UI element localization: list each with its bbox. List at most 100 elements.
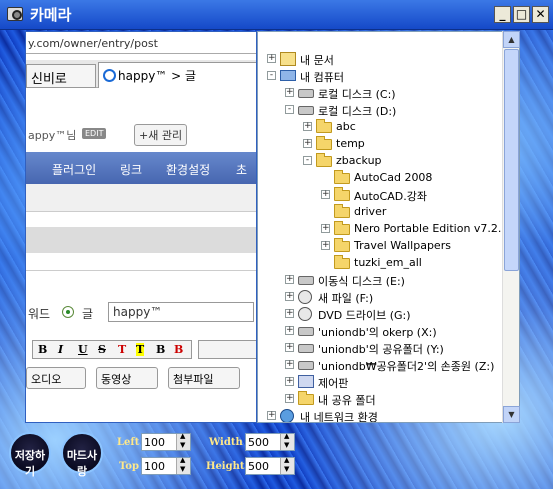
left-spinner[interactable]: 100: [141, 432, 191, 451]
title-input[interactable]: happy™: [108, 302, 254, 322]
left-value: 100: [144, 436, 165, 449]
shared-folder-icon: [298, 391, 314, 405]
maximize-button[interactable]: □: [513, 6, 530, 23]
scroll-thumb[interactable]: [504, 49, 519, 271]
computer-icon: [280, 70, 296, 81]
tree-item-label: 내 문서: [300, 54, 334, 67]
collapse-icon[interactable]: -: [303, 156, 312, 165]
attach-toolbar: 오디오 동영상 첨부파일: [26, 367, 256, 389]
edit-badge[interactable]: EDIT: [82, 128, 107, 139]
title-row: 워드 글 happy™: [26, 302, 256, 324]
tree-item-label: abc: [336, 120, 356, 133]
expand-icon[interactable]: +: [285, 292, 294, 301]
width-value: 500: [248, 436, 269, 449]
close-button[interactable]: ✕: [532, 6, 549, 23]
height-spinner[interactable]: 500: [245, 456, 295, 475]
expand-icon[interactable]: +: [267, 54, 276, 63]
expand-icon[interactable]: +: [285, 394, 294, 403]
tree-item-label: temp: [336, 137, 365, 150]
collapse-icon[interactable]: -: [285, 105, 294, 114]
network-icon: [280, 409, 294, 422]
camera-window: 카메라 _ □ ✕ y.com/owner/entry/post 신비로 hap…: [0, 0, 553, 489]
browser-tabs: 신비로 happy™ > 글: [26, 60, 256, 88]
align-button-group[interactable]: [198, 340, 256, 359]
spinner-arrows-icon[interactable]: [176, 456, 190, 474]
expand-icon[interactable]: +: [285, 88, 294, 97]
menu-link[interactable]: 링크: [120, 161, 142, 178]
tree-item-label: DVD 드라이브 (G:): [318, 309, 411, 322]
top-spinner[interactable]: 100: [141, 456, 191, 475]
expand-icon[interactable]: +: [285, 377, 294, 386]
bold-button[interactable]: B: [38, 343, 47, 356]
folder-icon: [334, 204, 350, 218]
height-label: Height: [206, 461, 245, 472]
camera-icon: [7, 7, 23, 21]
folder-tree[interactable]: + 내 문서 - 내 컴퓨터 + 로컬 디스크 (C:) - 로컬 디스크 (D:) + abc +…: [257, 31, 520, 423]
mark-button[interactable]: 마드사랑: [61, 432, 103, 478]
tree-item-label: 내 공유 폴더: [318, 394, 376, 407]
tree-item-label: 내 컴퓨터: [300, 71, 344, 84]
spinner-arrows-icon[interactable]: [176, 432, 190, 450]
expand-icon[interactable]: +: [285, 309, 294, 318]
tree-item-label: 내 네트워크 환경: [300, 411, 378, 423]
italic-button[interactable]: I: [58, 343, 63, 356]
width-spinner[interactable]: 500: [245, 432, 295, 451]
title-bar[interactable]: 카메라 _ □ ✕: [0, 0, 553, 30]
expand-icon[interactable]: +: [303, 122, 312, 131]
top-value: 100: [144, 460, 165, 473]
tree-item-label: 이동식 디스크 (E:): [318, 275, 405, 288]
clear-format-button[interactable]: B: [174, 343, 183, 356]
tree-item-label: 로컬 디스크 (D:): [318, 105, 397, 118]
folder-icon: [316, 153, 332, 167]
underline-button[interactable]: U: [78, 343, 88, 356]
browser-capture: y.com/owner/entry/post 신비로 happy™ > 글 ap…: [25, 31, 257, 423]
menu-plugin[interactable]: 플러그인: [52, 161, 96, 178]
expand-icon[interactable]: +: [303, 139, 312, 148]
left-label: Left: [117, 437, 140, 448]
folder-icon: [334, 221, 350, 235]
attach-file-button[interactable]: 첨부파일: [168, 367, 240, 389]
drive-icon: [298, 89, 314, 98]
expand-icon[interactable]: +: [267, 411, 276, 420]
tab-sinbiro[interactable]: 신비로: [26, 64, 96, 88]
audio-button[interactable]: 오디오: [26, 367, 86, 389]
manage-button[interactable]: +새 관리: [134, 124, 188, 146]
tree-item-label: 새 파일 (F:): [318, 292, 374, 305]
tree-item-label: 로컬 디스크 (C:): [318, 88, 396, 101]
post-radio-label: 글: [82, 307, 94, 321]
format-button-group: B I U S T T B B: [32, 340, 192, 359]
folder-icon: [334, 187, 350, 201]
expand-icon[interactable]: +: [321, 224, 330, 233]
toolbar-strip-2: [26, 227, 256, 253]
disc-icon: [298, 307, 312, 321]
expand-icon[interactable]: +: [285, 360, 294, 369]
expand-icon[interactable]: +: [285, 275, 294, 284]
tree-item-label: AutoCAD.강좌: [354, 190, 427, 203]
minimize-button[interactable]: _: [494, 6, 511, 23]
tree-item-label: 'uniondb'의 공유폴더 (Y:): [318, 343, 444, 356]
tree-scrollbar[interactable]: ▲ ▼: [502, 31, 520, 423]
address-bar[interactable]: y.com/owner/entry/post: [26, 32, 256, 54]
highlight-button[interactable]: T: [136, 343, 145, 356]
bold-alt-button[interactable]: B: [156, 343, 165, 356]
scroll-up-arrow-icon[interactable]: ▲: [503, 31, 520, 48]
save-button[interactable]: 저장하기: [9, 432, 51, 478]
spinner-arrows-icon[interactable]: [280, 456, 294, 474]
tab-happy[interactable]: happy™ > 글: [98, 62, 256, 88]
document-folder-icon: [280, 52, 296, 66]
video-button[interactable]: 동영상: [96, 367, 158, 389]
width-label: Width: [209, 437, 243, 448]
spinner-arrows-icon[interactable]: [280, 432, 294, 450]
expand-icon[interactable]: +: [321, 190, 330, 199]
expand-icon[interactable]: +: [285, 326, 294, 335]
menu-settings[interactable]: 환경설정: [166, 161, 210, 178]
text-color-button[interactable]: T: [118, 343, 126, 356]
strike-button[interactable]: S: [98, 343, 106, 356]
menu-more[interactable]: 초: [236, 161, 247, 178]
collapse-icon[interactable]: -: [267, 71, 276, 80]
expand-icon[interactable]: +: [321, 241, 330, 250]
scroll-down-arrow-icon[interactable]: ▼: [503, 406, 520, 423]
expand-icon[interactable]: +: [285, 343, 294, 352]
post-radio[interactable]: [62, 306, 74, 318]
user-name: appy™님: [28, 129, 77, 142]
